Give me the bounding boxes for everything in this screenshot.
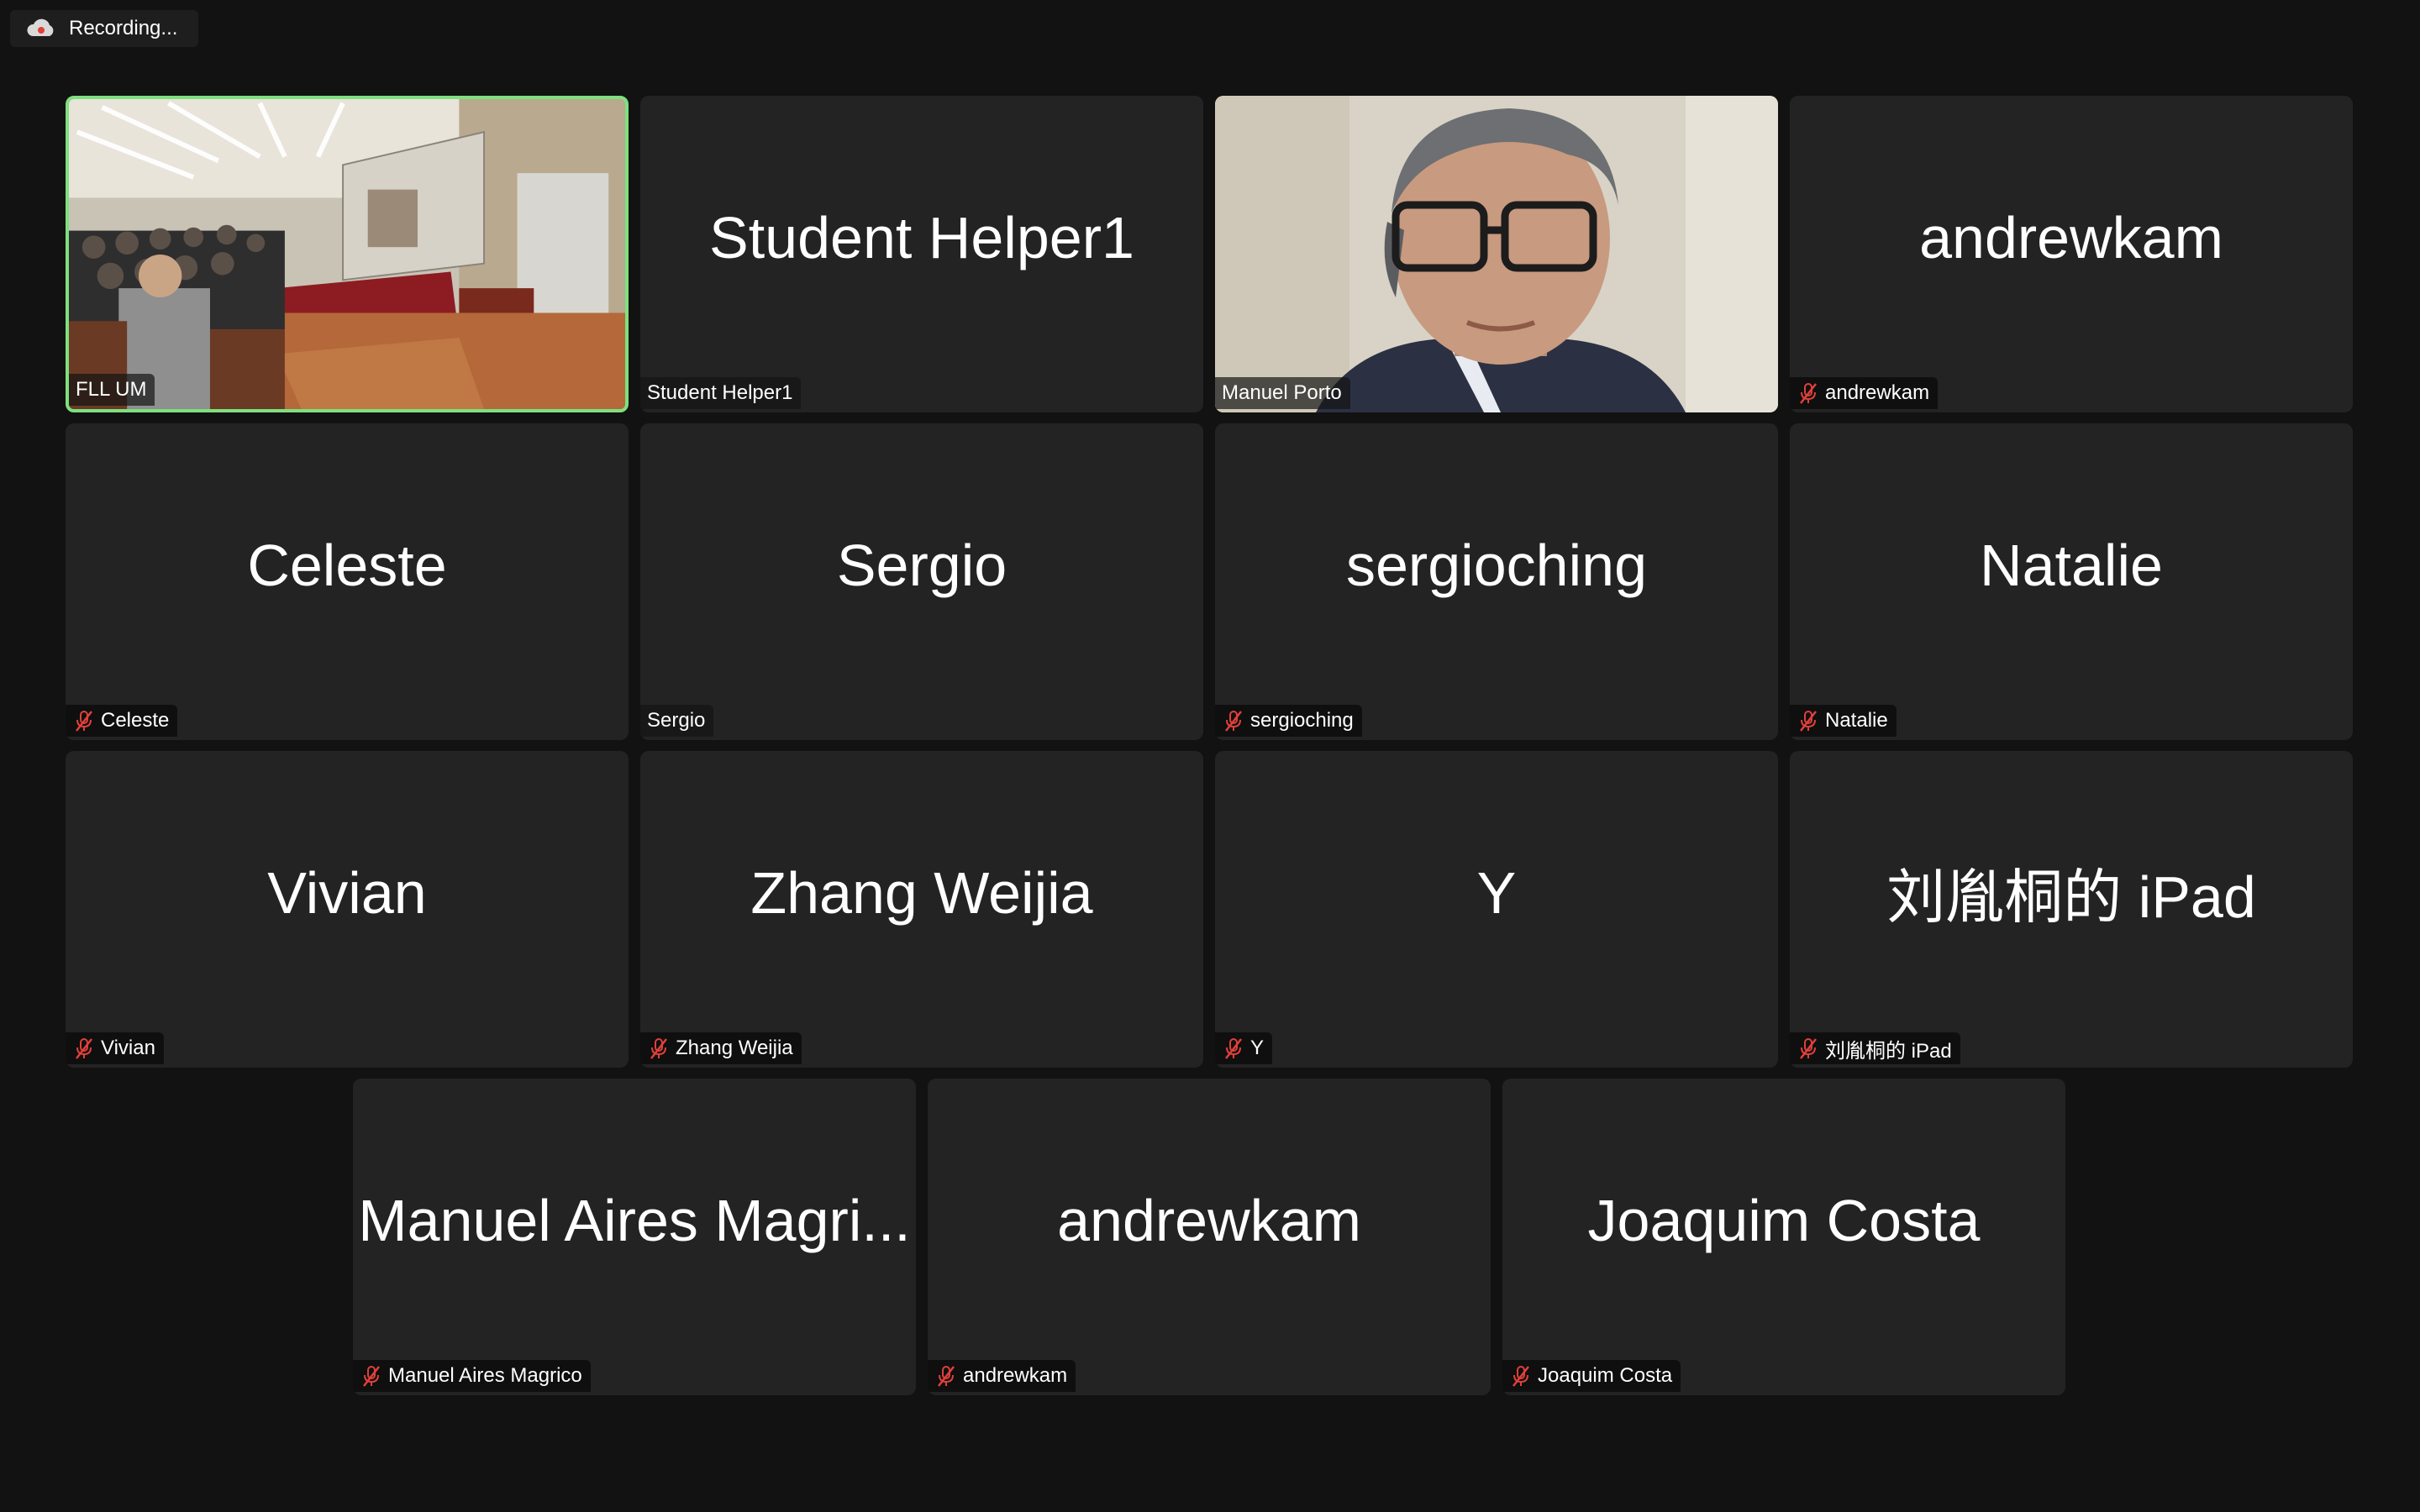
participant-video <box>1215 96 1778 412</box>
participant-name: Manuel Aires Magrico <box>388 1364 582 1387</box>
participant-display-name: 刘胤桐的 iPad <box>1886 864 2256 930</box>
participant-name-label: Y <box>1215 1032 1273 1064</box>
participant-name-label: Joaquim Costa <box>1502 1360 1681 1392</box>
mic-muted-icon <box>1225 1038 1242 1059</box>
participant-tile-andrewkam-2[interactable]: andrewkam andrewkam <box>928 1079 1491 1395</box>
mic-muted-icon <box>76 711 92 732</box>
participant-name: Celeste <box>101 709 170 732</box>
participant-display-name: andrewkam <box>1057 1187 1361 1253</box>
participant-tile-ipad[interactable]: 刘胤桐的 iPad 刘胤桐的 iPad <box>1790 751 2353 1068</box>
participant-name-label: Celeste <box>66 705 178 737</box>
meeting-gallery-view: Recording... FLL UM Student Helper1 Stud… <box>0 0 2420 1512</box>
participant-name-label: Vivian <box>66 1032 164 1064</box>
participant-name-label: Manuel Aires Magrico <box>353 1360 591 1392</box>
participant-tile-zhang-weijia[interactable]: Zhang Weijia Zhang Weijia <box>640 751 1203 1068</box>
participant-name-label: FLL UM <box>69 374 155 406</box>
participant-tile-natalie[interactable]: Natalie Natalie <box>1790 423 2353 740</box>
participant-tile-celeste[interactable]: Celeste Celeste <box>66 423 629 740</box>
participant-display-name: andrewkam <box>1919 204 2223 270</box>
participant-tile-andrewkam[interactable]: andrewkam andrewkam <box>1790 96 2353 412</box>
participant-tile-sergio[interactable]: Sergio Sergio <box>640 423 1203 740</box>
participant-video <box>69 99 625 409</box>
mic-muted-icon <box>1800 1038 1817 1059</box>
participant-name-label: andrewkam <box>928 1360 1076 1392</box>
participant-name-label: 刘胤桐的 iPad <box>1790 1032 1960 1064</box>
participant-name-label: Natalie <box>1790 705 1897 737</box>
mic-muted-icon <box>363 1366 380 1387</box>
participant-tile-vivian[interactable]: Vivian Vivian <box>66 751 629 1068</box>
participant-tile-y[interactable]: Y Y <box>1215 751 1778 1068</box>
participant-name: FLL UM <box>76 378 147 401</box>
participant-tile-fll-um[interactable]: FLL UM <box>66 96 629 412</box>
participant-name: Manuel Porto <box>1222 381 1342 404</box>
recording-indicator[interactable]: Recording... <box>10 10 198 47</box>
participant-tile-joaquim-costa[interactable]: Joaquim Costa Joaquim Costa <box>1502 1079 2065 1395</box>
participant-name-label: Sergio <box>640 705 714 737</box>
mic-muted-icon <box>1800 383 1817 404</box>
participant-name: 刘胤桐的 iPad <box>1825 1039 1952 1063</box>
participant-name: Vivian <box>101 1037 155 1059</box>
participant-display-name: Joaquim Costa <box>1587 1187 1981 1253</box>
participant-name-label: sergioching <box>1215 705 1362 737</box>
participant-display-name: Manuel Aires Magri... <box>358 1187 911 1253</box>
recording-label: Recording... <box>69 17 178 39</box>
participant-tile-manuel-porto[interactable]: Manuel Porto <box>1215 96 1778 412</box>
participant-display-name: Zhang Weijia <box>750 859 1093 926</box>
participant-name-label: Manuel Porto <box>1215 377 1350 409</box>
participant-name-label: Student Helper1 <box>640 377 802 409</box>
participant-name: Zhang Weijia <box>676 1037 793 1059</box>
mic-muted-icon <box>938 1366 955 1387</box>
participant-tile-student-helper1[interactable]: Student Helper1 Student Helper1 <box>640 96 1203 412</box>
participant-name-label: andrewkam <box>1790 377 1939 409</box>
participant-name: Student Helper1 <box>647 381 793 404</box>
participant-name: andrewkam <box>963 1364 1068 1387</box>
participant-display-name: sergioching <box>1346 532 1647 598</box>
mic-muted-icon <box>1225 711 1242 732</box>
participant-name: Sergio <box>647 709 706 732</box>
participant-display-name: Vivian <box>267 859 427 926</box>
participant-name: sergioching <box>1250 709 1354 732</box>
participant-tile-sergioching[interactable]: sergioching sergioching <box>1215 423 1778 740</box>
participant-name: Y <box>1250 1037 1265 1059</box>
participant-display-name: Sergio <box>836 532 1007 598</box>
cloud-record-icon <box>27 18 54 36</box>
mic-muted-icon <box>650 1038 667 1059</box>
participant-name-label: Zhang Weijia <box>640 1032 802 1064</box>
participant-display-name: Celeste <box>247 532 447 598</box>
participant-display-name: Natalie <box>1980 532 2163 598</box>
participant-display-name: Student Helper1 <box>709 204 1134 270</box>
mic-muted-icon <box>1512 1366 1529 1387</box>
mic-muted-icon <box>1800 711 1817 732</box>
participant-tile-manuel-aires-magrico[interactable]: Manuel Aires Magri... Manuel Aires Magri… <box>353 1079 916 1395</box>
participant-name: andrewkam <box>1825 381 1930 404</box>
participant-display-name: Y <box>1476 859 1517 926</box>
participant-name: Natalie <box>1825 709 1888 732</box>
participant-name: Joaquim Costa <box>1538 1364 1673 1387</box>
mic-muted-icon <box>76 1038 92 1059</box>
